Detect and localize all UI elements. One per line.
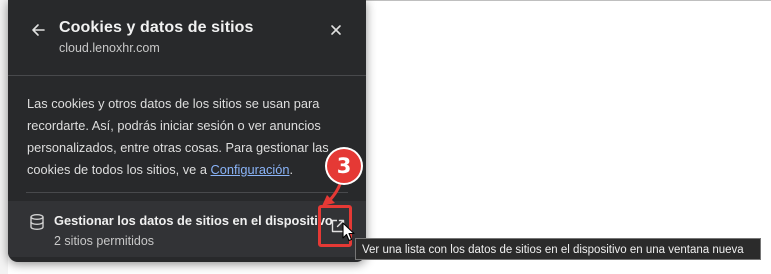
- annotation-step-badge: 3: [327, 149, 361, 183]
- manage-site-data-row[interactable]: Gestionar los datos de sitios en el disp…: [8, 201, 366, 257]
- mouse-pointer-icon: [342, 222, 355, 242]
- section-divider: [26, 192, 348, 193]
- close-icon: [331, 25, 341, 35]
- back-button[interactable]: [26, 18, 50, 42]
- close-button[interactable]: [324, 18, 348, 42]
- popup-header: Cookies y datos de sitios cloud.lenoxhr.…: [8, 0, 366, 72]
- screenshot-root: Cookies y datos de sitios cloud.lenoxhr.…: [0, 0, 771, 274]
- site-domain: cloud.lenoxhr.com: [59, 41, 160, 55]
- manage-site-data-title: Gestionar los datos de sitios en el disp…: [54, 213, 333, 228]
- database-icon: [30, 214, 44, 231]
- settings-link[interactable]: Configuración: [211, 162, 290, 177]
- arrow-left-icon: [32, 24, 45, 36]
- browser-edge: [0, 0, 8, 274]
- description-end: .: [289, 162, 294, 177]
- cookies-site-data-popup: Cookies y datos de sitios cloud.lenoxhr.…: [8, 0, 366, 262]
- allowed-sites-count: 2 sitios permitidos: [54, 234, 155, 248]
- header-divider: [8, 75, 366, 76]
- tooltip: Ver una lista con los datos de sitios en…: [355, 238, 761, 260]
- cookies-description: Las cookies y otros datos de los sitios …: [27, 93, 349, 181]
- popup-title: Cookies y datos de sitios: [59, 19, 254, 36]
